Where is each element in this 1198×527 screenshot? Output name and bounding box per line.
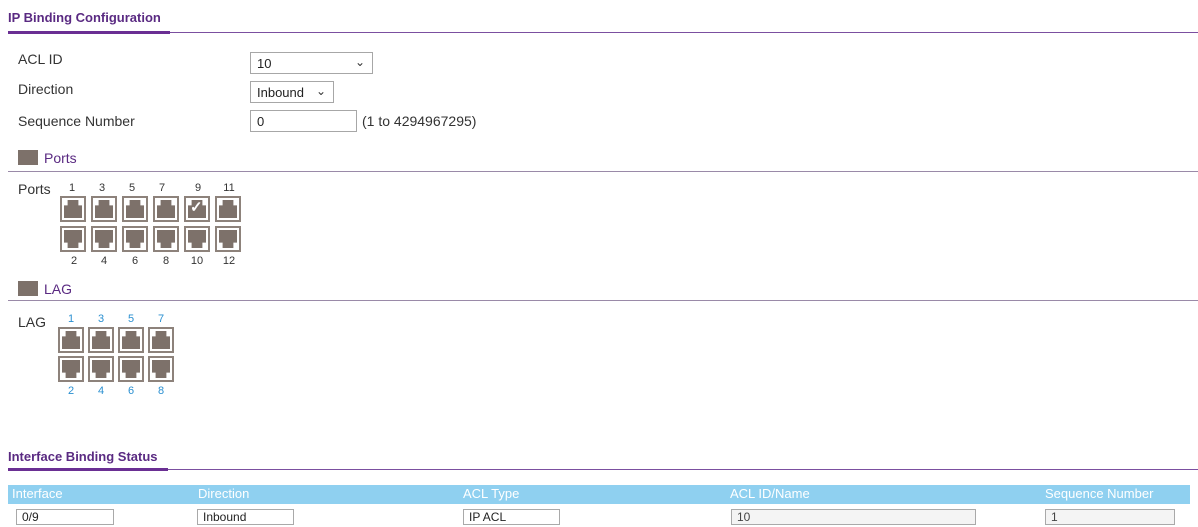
ethernet-port-icon <box>219 230 237 248</box>
port-11[interactable] <box>215 196 241 222</box>
config-title-underline <box>8 31 170 34</box>
lag-7[interactable] <box>148 327 174 353</box>
acl-id-select[interactable]: 10 ⌄ <box>250 52 373 74</box>
cell-sequence-number[interactable]: 1 <box>1045 509 1175 525</box>
ethernet-port-icon <box>92 331 110 349</box>
ethernet-port-icon <box>62 360 80 378</box>
port-number: 8 <box>162 255 170 267</box>
ethernet-port-icon <box>157 230 175 248</box>
sequence-number-hint: (1 to 4294967295) <box>362 113 477 129</box>
port-number: 9 <box>194 182 202 194</box>
ethernet-port-icon <box>122 331 140 349</box>
lag-section-title: LAG <box>44 281 73 297</box>
lag-4[interactable] <box>88 356 114 382</box>
column-header-direction: Direction <box>198 486 250 501</box>
ethernet-port-icon <box>95 230 113 248</box>
port-8[interactable] <box>153 226 179 252</box>
port-number: 10 <box>190 255 204 267</box>
ethernet-port-icon <box>92 360 110 378</box>
ethernet-port-icon <box>95 200 113 218</box>
lag-number: 8 <box>157 385 165 397</box>
cell-acl-id[interactable]: 10 <box>731 509 976 525</box>
port-number: 3 <box>98 182 106 194</box>
lag-1[interactable] <box>58 327 84 353</box>
ethernet-port-icon <box>126 230 144 248</box>
cell-direction[interactable]: Inbound <box>197 509 294 525</box>
column-header-acl-id: ACL ID/Name <box>730 486 810 501</box>
acl-id-value: 10 <box>257 56 272 71</box>
port-2[interactable] <box>60 226 86 252</box>
port-7[interactable] <box>153 196 179 222</box>
status-table-header: Interface Direction ACL Type ACL ID/Name… <box>8 485 1190 504</box>
ethernet-port-icon <box>188 230 206 248</box>
check-icon: ✓ <box>190 199 203 216</box>
port-number: 11 <box>223 182 235 194</box>
ethernet-port-icon <box>219 200 237 218</box>
port-number: 6 <box>131 255 139 267</box>
chevron-down-icon: ⌄ <box>354 55 365 69</box>
port-number: 1 <box>68 182 76 194</box>
ethernet-port-icon <box>126 200 144 218</box>
ports-row-label: Ports <box>18 181 51 197</box>
port-number: 2 <box>70 255 78 267</box>
ethernet-port-icon <box>64 230 82 248</box>
lag-number: 6 <box>127 385 135 397</box>
ethernet-port-icon <box>122 360 140 378</box>
port-number: 12 <box>222 255 236 267</box>
port-4[interactable] <box>91 226 117 252</box>
direction-value: Inbound <box>257 85 304 100</box>
port-5[interactable] <box>122 196 148 222</box>
lag-number: 5 <box>127 313 135 325</box>
status-divider <box>8 469 1198 470</box>
lag-2[interactable] <box>58 356 84 382</box>
lag-6[interactable] <box>118 356 144 382</box>
ethernet-port-icon <box>152 331 170 349</box>
lag-number: 2 <box>67 385 75 397</box>
lag-5[interactable] <box>118 327 144 353</box>
lag-divider <box>8 300 1198 301</box>
ethernet-port-icon <box>157 200 175 218</box>
config-divider <box>8 32 1198 33</box>
port-section-icon <box>18 281 38 296</box>
sequence-number-label: Sequence Number <box>18 113 135 129</box>
port-number: 4 <box>100 255 108 267</box>
port-6[interactable] <box>122 226 148 252</box>
direction-select[interactable]: Inbound ⌄ <box>250 81 334 103</box>
lag-row-label: LAG <box>18 314 47 330</box>
acl-id-label: ACL ID <box>18 51 63 67</box>
lag-number: 4 <box>97 385 105 397</box>
cell-acl-type[interactable]: IP ACL <box>463 509 560 525</box>
port-number: 5 <box>128 182 136 194</box>
port-10[interactable] <box>184 226 210 252</box>
sequence-number-input[interactable]: 0 <box>250 110 357 132</box>
cell-interface[interactable]: 0/9 <box>16 509 114 525</box>
port-1[interactable] <box>60 196 86 222</box>
lag-8[interactable] <box>148 356 174 382</box>
lag-number: 3 <box>97 313 105 325</box>
port-3[interactable] <box>91 196 117 222</box>
direction-label: Direction <box>18 81 74 97</box>
port-section-icon <box>18 150 38 165</box>
lag-3[interactable] <box>88 327 114 353</box>
config-section-title: IP Binding Configuration <box>8 10 161 25</box>
ports-section-title: Ports <box>44 150 77 166</box>
port-9[interactable]: ✓ <box>184 196 210 222</box>
lag-number: 1 <box>67 313 75 325</box>
column-header-interface: Interface <box>12 486 63 501</box>
ethernet-port-icon <box>64 200 82 218</box>
ethernet-port-icon <box>152 360 170 378</box>
column-header-sequence-number: Sequence Number <box>1045 486 1154 501</box>
port-12[interactable] <box>215 226 241 252</box>
status-title-underline <box>8 468 168 471</box>
column-header-acl-type: ACL Type <box>463 486 520 501</box>
ethernet-port-icon <box>62 331 80 349</box>
lag-number: 7 <box>157 313 165 325</box>
port-number: 7 <box>158 182 166 194</box>
ports-divider <box>8 171 1198 172</box>
status-section-title: Interface Binding Status <box>8 449 158 464</box>
chevron-down-icon: ⌄ <box>315 84 326 98</box>
